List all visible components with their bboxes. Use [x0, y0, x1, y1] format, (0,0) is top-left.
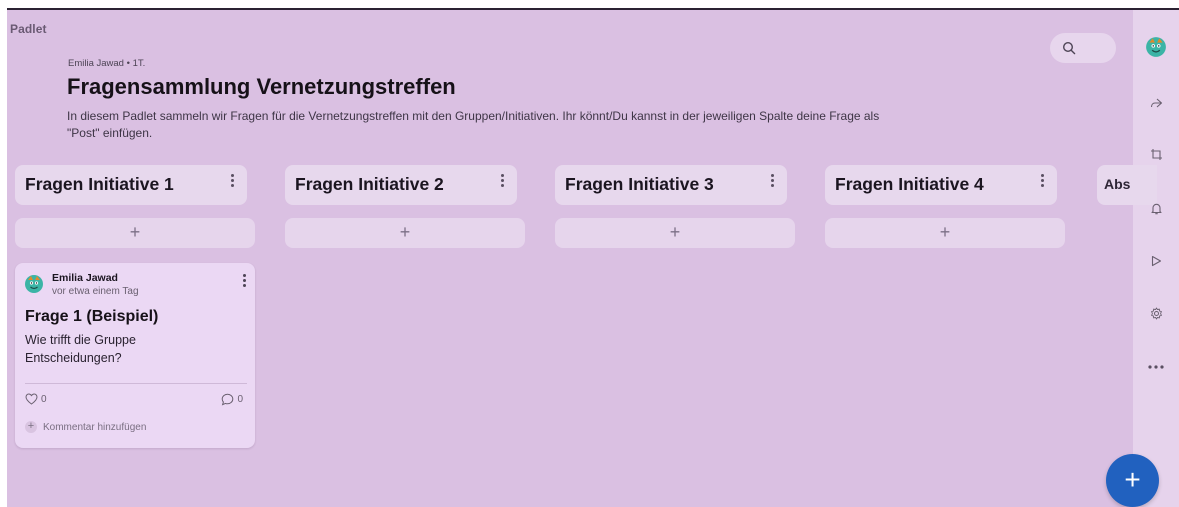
column-menu-icon[interactable] [229, 172, 235, 188]
plus-icon: + [25, 421, 37, 433]
add-post-button-4[interactable]: + [825, 218, 1065, 248]
column-title: Fragen Initiative 2 [295, 174, 444, 194]
post-title: Frage 1 (Beispiel) [25, 308, 159, 325]
page-description: In diesem Padlet sammeln wir Fragen für … [67, 108, 1027, 142]
remake-icon [1150, 148, 1162, 160]
like-button[interactable]: 0 [25, 393, 47, 405]
share-button[interactable] [1145, 92, 1167, 114]
post-timestamp: vor etwa einem Tag [52, 286, 139, 297]
more-button[interactable] [1145, 356, 1167, 378]
gear-icon [1150, 307, 1162, 319]
slideshow-button[interactable] [1145, 250, 1167, 272]
notifications-button[interactable] [1145, 197, 1167, 219]
post-divider [25, 383, 247, 384]
post-card[interactable]: Emilia Jawad vor etwa einem Tag Frage 1 … [15, 263, 255, 448]
add-post-button-2[interactable]: + [285, 218, 525, 248]
avatar-icon [1146, 37, 1166, 57]
heart-icon [25, 393, 38, 405]
column-header-4[interactable]: Fragen Initiative 4 [825, 165, 1057, 205]
column-menu-icon[interactable] [499, 172, 505, 188]
bell-icon [1150, 203, 1162, 214]
post-author: Emilia Jawad [52, 272, 118, 284]
description-line-2: "Post" einfügen. [67, 126, 153, 140]
column-title: Fragen Initiative 4 [835, 174, 984, 194]
share-icon [1150, 98, 1162, 107]
like-count: 0 [41, 393, 47, 405]
author-meta: Emilia Jawad • 1T. [68, 58, 146, 69]
comment-button[interactable]: 0 [221, 393, 243, 406]
user-avatar-button[interactable] [1145, 36, 1167, 58]
search-icon [1062, 41, 1076, 55]
search-button[interactable] [1050, 33, 1116, 63]
remake-button[interactable] [1145, 143, 1167, 165]
column-menu-icon[interactable] [1039, 172, 1045, 188]
column-title: Abs [1104, 176, 1131, 192]
comment-icon [222, 393, 234, 406]
add-post-fab[interactable]: + [1106, 454, 1159, 507]
add-comment-button[interactable]: + Kommentar hinzufügen [25, 421, 146, 433]
avatar[interactable] [24, 274, 44, 294]
add-post-button-3[interactable]: + [555, 218, 795, 248]
column-header-3[interactable]: Fragen Initiative 3 [555, 165, 787, 205]
add-comment-label: Kommentar hinzufügen [43, 421, 147, 433]
play-icon [1151, 255, 1162, 267]
post-body: Wie trifft die Gruppe Entscheidungen? [25, 333, 136, 365]
column-header-2[interactable]: Fragen Initiative 2 [285, 165, 517, 205]
padlet-logo[interactable]: Padlet [10, 22, 47, 36]
column-title: Fragen Initiative 1 [25, 174, 174, 194]
page-title: Fragensammlung Vernetzungstreffen [67, 74, 456, 99]
column-title: Fragen Initiative 3 [565, 174, 714, 194]
description-line-1: In diesem Padlet sammeln wir Fragen für … [67, 109, 880, 123]
column-header-1[interactable]: Fragen Initiative 1 [15, 165, 247, 205]
post-menu-icon[interactable] [242, 274, 246, 289]
more-icon [1148, 365, 1164, 369]
comment-count: 0 [237, 394, 243, 405]
add-post-button-1[interactable]: + [15, 218, 255, 248]
top-border [0, 0, 1179, 10]
settings-button[interactable] [1145, 302, 1167, 324]
column-menu-icon[interactable] [769, 172, 775, 188]
